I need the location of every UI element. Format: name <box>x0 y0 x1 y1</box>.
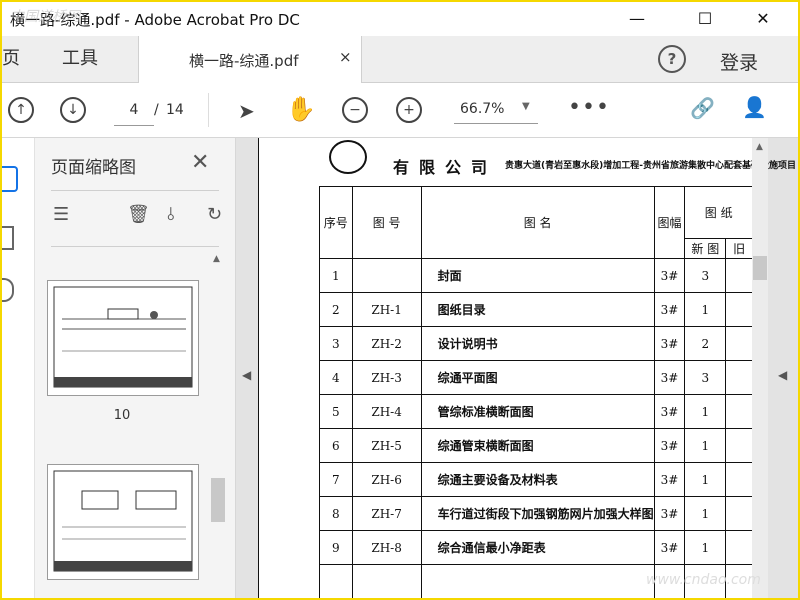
tab-tools[interactable]: 工具 <box>62 36 98 82</box>
attachments-icon[interactable] <box>2 278 14 302</box>
table-row: 1 封面 3# 3 <box>319 258 753 293</box>
maximize-button[interactable]: ☐ <box>682 2 728 36</box>
chevron-down-icon: ▼ <box>522 101 530 112</box>
table-row: 9 ZH-8 综合通信最小净距表 3# 1 <box>319 530 753 565</box>
scroll-up-icon[interactable]: ▲ <box>213 254 220 264</box>
tab-close-icon[interactable]: × <box>339 48 352 66</box>
table-row: 8 ZH-7 车行道过街段下加强钢筋网片加强大样图 3# 1 <box>319 496 753 531</box>
document-scroll-thumb[interactable] <box>753 256 767 280</box>
page-separator: / <box>154 102 159 118</box>
pdf-page: 有限公司 贵惠大道(青岩至惠水段)增加工程-贵州省旅游集散中心配套基础设施项目（… <box>258 138 798 598</box>
document-view: ◀ 有限公司 贵惠大道(青岩至惠水段)增加工程-贵州省旅游集散中心配套基础设施项… <box>236 138 798 598</box>
company-name: 有限公司 <box>393 158 498 177</box>
table-row: 4 ZH-3 综通平面图 3# 3 <box>319 360 753 395</box>
panel-scrollbar[interactable]: ▲ <box>211 254 225 598</box>
thumbnail-drawing <box>53 286 193 388</box>
zoom-out-icon[interactable]: − <box>342 97 368 123</box>
share-link-icon[interactable]: 🔗 <box>690 96 715 120</box>
page-thumbnail-11[interactable] <box>47 464 199 580</box>
toolbar: ↑ ↓ / 14 ➤ ✋ − + 66.7% ▼ ••• 🔗 👤 <box>2 83 798 138</box>
tab-bar: 页 工具 横一路-综通.pdf × ? 登录 <box>2 36 798 83</box>
toolbar-divider <box>208 93 209 127</box>
add-user-icon[interactable]: 👤 <box>742 95 767 119</box>
table-row: 3 ZH-2 设计说明书 3# 2 <box>319 326 753 361</box>
title-bar: 横一路-综通.pdf - Adobe Acrobat Pro DC — ☐ ✕ <box>2 2 798 36</box>
bookmarks-icon[interactable] <box>2 226 14 250</box>
thumbnail-label: 10 <box>113 408 131 423</box>
table-row: 6 ZH-5 综通管束横断面图 3# 1 <box>319 428 753 463</box>
page-thumbnails-panel: 页面缩略图 ✕ ☰ 🗑 ⫰ ↻ 10 ▲ <box>35 138 236 598</box>
zoom-select[interactable]: 66.7% ▼ <box>454 95 538 124</box>
total-pages: 14 <box>166 102 184 118</box>
zoom-in-icon[interactable]: + <box>396 97 422 123</box>
collapse-right-panel-icon[interactable]: ◀ <box>778 368 787 382</box>
minimize-button[interactable]: — <box>614 2 660 36</box>
tab-document[interactable]: 横一路-综通.pdf × <box>138 36 362 83</box>
header-seq: 序号 <box>319 186 353 259</box>
header-drawings: 图 纸 <box>684 186 753 239</box>
acrobat-window: 横一路-综通.pdf - Adobe Acrobat Pro DC — ☐ ✕ … <box>0 0 800 600</box>
zoom-value: 66.7% <box>460 101 505 117</box>
rotate-page-icon[interactable]: ↻ <box>207 204 222 225</box>
next-page-icon[interactable]: ↓ <box>60 97 86 123</box>
previous-page-icon[interactable]: ↑ <box>8 97 34 123</box>
more-tools-icon[interactable]: ••• <box>568 95 610 120</box>
hand-tool-icon[interactable]: ✋ <box>286 95 316 123</box>
navigation-pane-strip <box>2 138 35 598</box>
panel-divider <box>51 190 219 191</box>
help-icon[interactable]: ? <box>658 45 686 73</box>
collapse-left-panel-icon[interactable]: ◀ <box>242 368 251 382</box>
header-drawing-name: 图 名 <box>420 186 655 259</box>
tab-home[interactable]: 页 <box>2 36 54 82</box>
company-logo <box>329 140 367 174</box>
login-button[interactable]: 登录 <box>720 48 758 75</box>
table-row: 2 ZH-1 图纸目录 3# 1 <box>319 292 753 327</box>
scroll-up-icon[interactable]: ▲ <box>756 142 763 152</box>
page-thumbnail-10[interactable] <box>47 280 199 396</box>
panel-scroll-thumb[interactable] <box>211 478 225 522</box>
select-tool-icon[interactable]: ➤ <box>238 99 255 123</box>
panel-title: 页面缩略图 <box>51 158 136 178</box>
panel-divider <box>51 246 219 247</box>
panel-close-icon[interactable]: ✕ <box>191 150 209 175</box>
watermark: www.cndao.com <box>646 572 761 588</box>
watermark: 中国道桥网 <box>10 9 80 25</box>
close-window-button[interactable]: ✕ <box>740 2 786 36</box>
header-old: 旧 <box>725 238 753 259</box>
drawing-index-table: 序号 图 号 图 名 图幅 图 纸 新 图 旧 1 封面 3# 3 2 ZH-1… <box>319 186 753 598</box>
header-drawing-no: 图 号 <box>351 186 422 259</box>
delete-page-icon[interactable]: 🗑 <box>127 204 150 225</box>
page-number-input[interactable] <box>114 95 154 126</box>
table-row: 7 ZH-6 综通主要设备及材料表 3# 1 <box>319 462 753 497</box>
header-new: 新 图 <box>684 238 727 259</box>
insert-page-icon[interactable]: ⫰ <box>167 204 175 225</box>
tab-document-label: 横一路-综通.pdf <box>189 52 299 70</box>
thumbnail-drawing <box>53 470 193 572</box>
table-row: 5 ZH-4 管综标准横断面图 3# 1 <box>319 394 753 429</box>
thumbnail-options-icon[interactable]: ☰ <box>53 204 69 225</box>
header-size: 图幅 <box>653 186 686 259</box>
page-thumbnails-icon[interactable] <box>2 166 18 192</box>
document-scrollbar[interactable]: ▲ <box>752 138 768 598</box>
